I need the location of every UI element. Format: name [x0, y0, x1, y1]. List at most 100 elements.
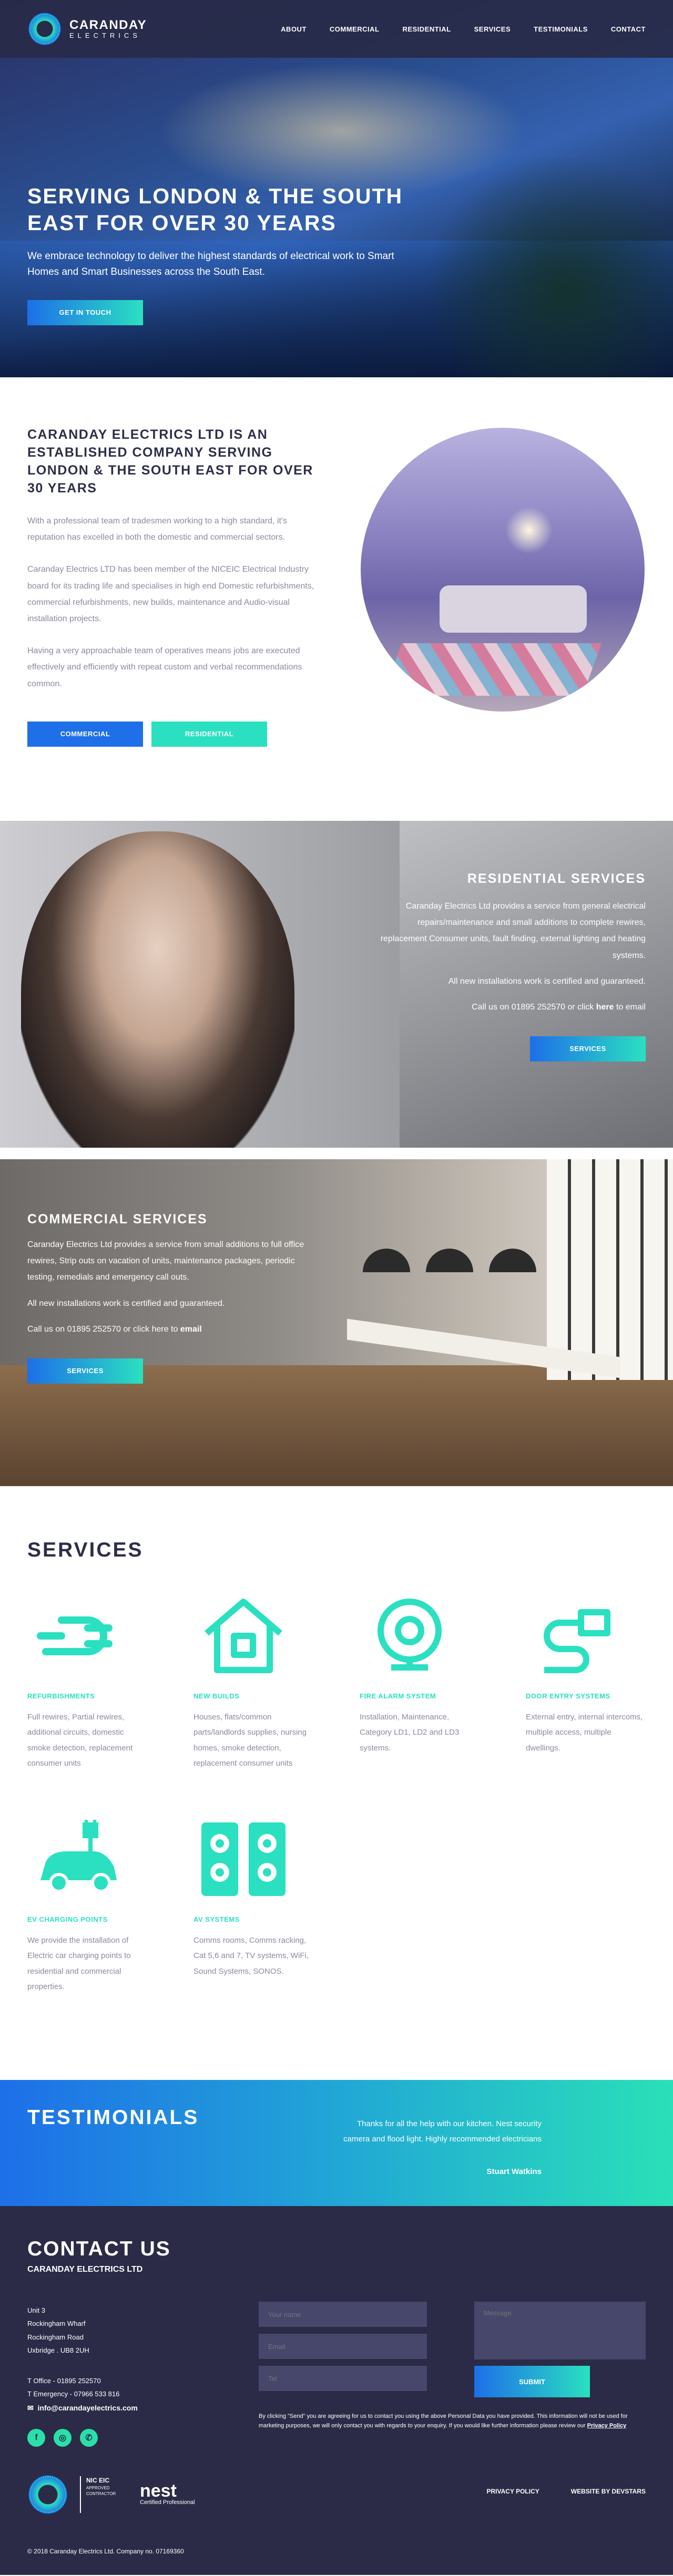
instagram-icon[interactable]: ◎	[54, 2429, 72, 2447]
service-card: NEW BUILDS Houses, flats/common parts/la…	[193, 1591, 314, 1771]
whatsapp-icon[interactable]: ✆	[80, 2429, 98, 2447]
residential-services-button[interactable]: SERVICES	[530, 1036, 646, 1062]
niceic-badge: NIC EIC APPROVED CONTRACTOR	[80, 2476, 128, 2513]
hero-image-plants	[400, 158, 673, 377]
privacy-policy-link[interactable]: PRIVACY POLICY	[487, 2488, 539, 2495]
testimonials-section: TESTIMONIALS Thanks for all the help wit…	[0, 2080, 673, 2206]
nest-badge: nest Certified Professional	[140, 2481, 195, 2506]
ev-car-icon	[27, 1815, 127, 1904]
tel-field[interactable]	[259, 2366, 427, 2391]
contact-title: CONTACT US	[27, 2238, 171, 2260]
about-paragraph: Caranday Electrics LTD has been member o…	[27, 565, 314, 623]
nav-contact[interactable]: CONTACT	[611, 25, 646, 33]
about-paragraph: Having a very approachable team of opera…	[27, 646, 302, 688]
door-entry-icon	[526, 1591, 626, 1681]
contact-address: Unit 3 Rockingham Wharf Rockingham Road …	[27, 2306, 89, 2355]
emergency-phone[interactable]: T Emergency - 07966 533 816	[27, 2387, 138, 2400]
contact-phones: T Office - 01895 252570 T Emergency - 07…	[27, 2374, 138, 2415]
residential-button[interactable]: RESIDENTIAL	[151, 721, 267, 747]
facebook-icon[interactable]: f	[27, 2429, 45, 2447]
submit-button[interactable]: SUBMIT	[474, 2366, 590, 2397]
nav-commercial[interactable]: COMMERCIAL	[330, 25, 380, 33]
brand-sub: ELECTRICS	[69, 32, 141, 40]
pendant-lamp	[426, 1249, 473, 1272]
residential-section: RESIDENTIAL SERVICES Caranday Electrics …	[0, 821, 673, 1148]
commercial-email-link[interactable]: email	[180, 1325, 202, 1334]
commercial-button[interactable]: COMMERCIAL	[27, 721, 143, 747]
residential-guarantee: All new installations work is certified …	[448, 976, 646, 986]
pendant-lamp	[489, 1249, 536, 1272]
service-card: EV CHARGING POINTS We provide the instal…	[27, 1815, 148, 1994]
service-name: AV SYSTEMS	[193, 1915, 240, 1923]
service-desc: Full rewires, Partial rewires, additiona…	[27, 1713, 133, 1768]
commercial-guarantee: All new installations work is certified …	[27, 1299, 225, 1308]
service-card: FIRE ALARM SYSTEM Installation, Maintena…	[360, 1591, 481, 1756]
logo-mark-icon	[27, 12, 62, 46]
commercial-title: COMMERCIAL SERVICES	[27, 1212, 208, 1227]
residential-paragraph: Caranday Electrics Ltd provides a servic…	[380, 902, 646, 960]
commercial-call-text: Call us on 01895 252570 or click here to…	[27, 1324, 202, 1334]
pendant-lamp	[363, 1249, 410, 1272]
testimonial-author: Stuart Watkins	[486, 2167, 542, 2176]
office-phone[interactable]: T Office - 01895 252570	[27, 2374, 138, 2387]
testimonials-title: TESTIMONIALS	[27, 2106, 199, 2129]
contact-email[interactable]: ✉ info@carandayelectrics.com	[27, 2401, 138, 2415]
commercial-services-button[interactable]: SERVICES	[27, 1358, 143, 1384]
website-by-link[interactable]: WEBSITE BY DEVSTARS	[571, 2488, 646, 2495]
main-nav: ABOUT COMMERCIAL RESIDENTIAL SERVICES TE…	[281, 25, 646, 33]
service-card: AV SYSTEMS Comms rooms, Comms racking, C…	[193, 1815, 314, 1979]
footer-logos: NIC EIC APPROVED CONTRACTOR nest Certifi…	[27, 2474, 195, 2515]
service-desc: Comms rooms, Comms racking, Cat 5,6 and …	[193, 1936, 309, 1976]
section-divider	[0, 1148, 673, 1159]
testimonial-quote: Thanks for all the help with our kitchen…	[343, 2119, 542, 2144]
nav-testimonials[interactable]: TESTIMONIALS	[534, 25, 588, 33]
nav-about[interactable]: ABOUT	[281, 25, 307, 33]
copyright: © 2018 Caranday Electrics Ltd. Company n…	[27, 2548, 184, 2555]
about-section: CARANDAY ELECTRICS LTD IS AN ESTABLISHED…	[0, 377, 673, 821]
service-desc: Houses, flats/common parts/landlords sup…	[193, 1713, 307, 1768]
get-in-touch-button[interactable]: GET IN TOUCH	[27, 300, 143, 326]
service-name: NEW BUILDS	[193, 1692, 240, 1700]
service-name: EV CHARGING POINTS	[27, 1915, 108, 1923]
living-room-image	[361, 428, 645, 712]
service-card: DOOR ENTRY SYSTEMS External entry, inter…	[526, 1591, 647, 1756]
services-title: SERVICES	[27, 1539, 144, 1561]
nav-services[interactable]: SERVICES	[474, 25, 511, 33]
footer-links: PRIVACY POLICY WEBSITE BY DEVSTARS	[487, 2488, 646, 2495]
services-section: SERVICES REFURBISHMENTS Full rewires, Pa…	[0, 1486, 673, 2080]
message-field[interactable]	[474, 2302, 646, 2359]
hero-title: SERVING LONDON & THE SOUTH EAST FOR OVER…	[27, 184, 403, 235]
about-paragraph: With a professional team of tradesmen wo…	[27, 517, 287, 542]
lamp-light	[505, 507, 553, 554]
about-title: CARANDAY ELECTRICS LTD IS AN ESTABLISHED…	[27, 427, 313, 496]
commercial-paragraph: Caranday Electrics Ltd provides a servic…	[27, 1240, 304, 1282]
privacy-policy-inline-link[interactable]: Privacy Policy	[587, 2423, 627, 2429]
nav-residential[interactable]: RESIDENTIAL	[402, 25, 451, 33]
email-field[interactable]	[259, 2334, 427, 2359]
brand-name: CARANDAY	[69, 17, 147, 32]
house-icon	[193, 1591, 293, 1681]
site-header: CARANDAY ELECTRICS ABOUT COMMERCIAL RESI…	[0, 0, 673, 58]
name-field[interactable]	[259, 2302, 427, 2327]
sofa	[440, 585, 587, 633]
service-name: FIRE ALARM SYSTEM	[360, 1692, 436, 1700]
residential-title: RESIDENTIAL SERVICES	[467, 871, 646, 886]
email-icon: ✉	[27, 2403, 34, 2412]
service-card: REFURBISHMENTS Full rewires, Partial rew…	[27, 1591, 148, 1771]
service-name: DOOR ENTRY SYSTEMS	[526, 1692, 610, 1700]
commercial-image-windows	[547, 1159, 673, 1380]
alarm-bell-icon	[360, 1591, 460, 1681]
speakers-icon	[193, 1815, 293, 1904]
residential-email-link[interactable]: here	[596, 1003, 614, 1012]
commercial-section: COMMERCIAL SERVICES Caranday Electrics L…	[0, 1159, 673, 1486]
site-logo[interactable]: CARANDAY ELECTRICS	[27, 12, 147, 46]
service-desc: Installation, Maintenance, Category LD1,…	[360, 1713, 460, 1753]
residential-image-woman	[21, 831, 294, 1148]
service-desc: We provide the installation of Electric …	[27, 1936, 131, 1991]
social-links: f ◎ ✆	[27, 2429, 98, 2447]
service-desc: External entry, internal intercoms, mult…	[526, 1713, 643, 1753]
privacy-disclaimer: By clicking "Send" you are agreeing for …	[259, 2413, 628, 2429]
cable-plug-icon	[27, 1591, 127, 1681]
service-name: REFURBISHMENTS	[27, 1692, 95, 1700]
residential-call-text: Call us on 01895 252570 or click here to…	[472, 1002, 646, 1012]
